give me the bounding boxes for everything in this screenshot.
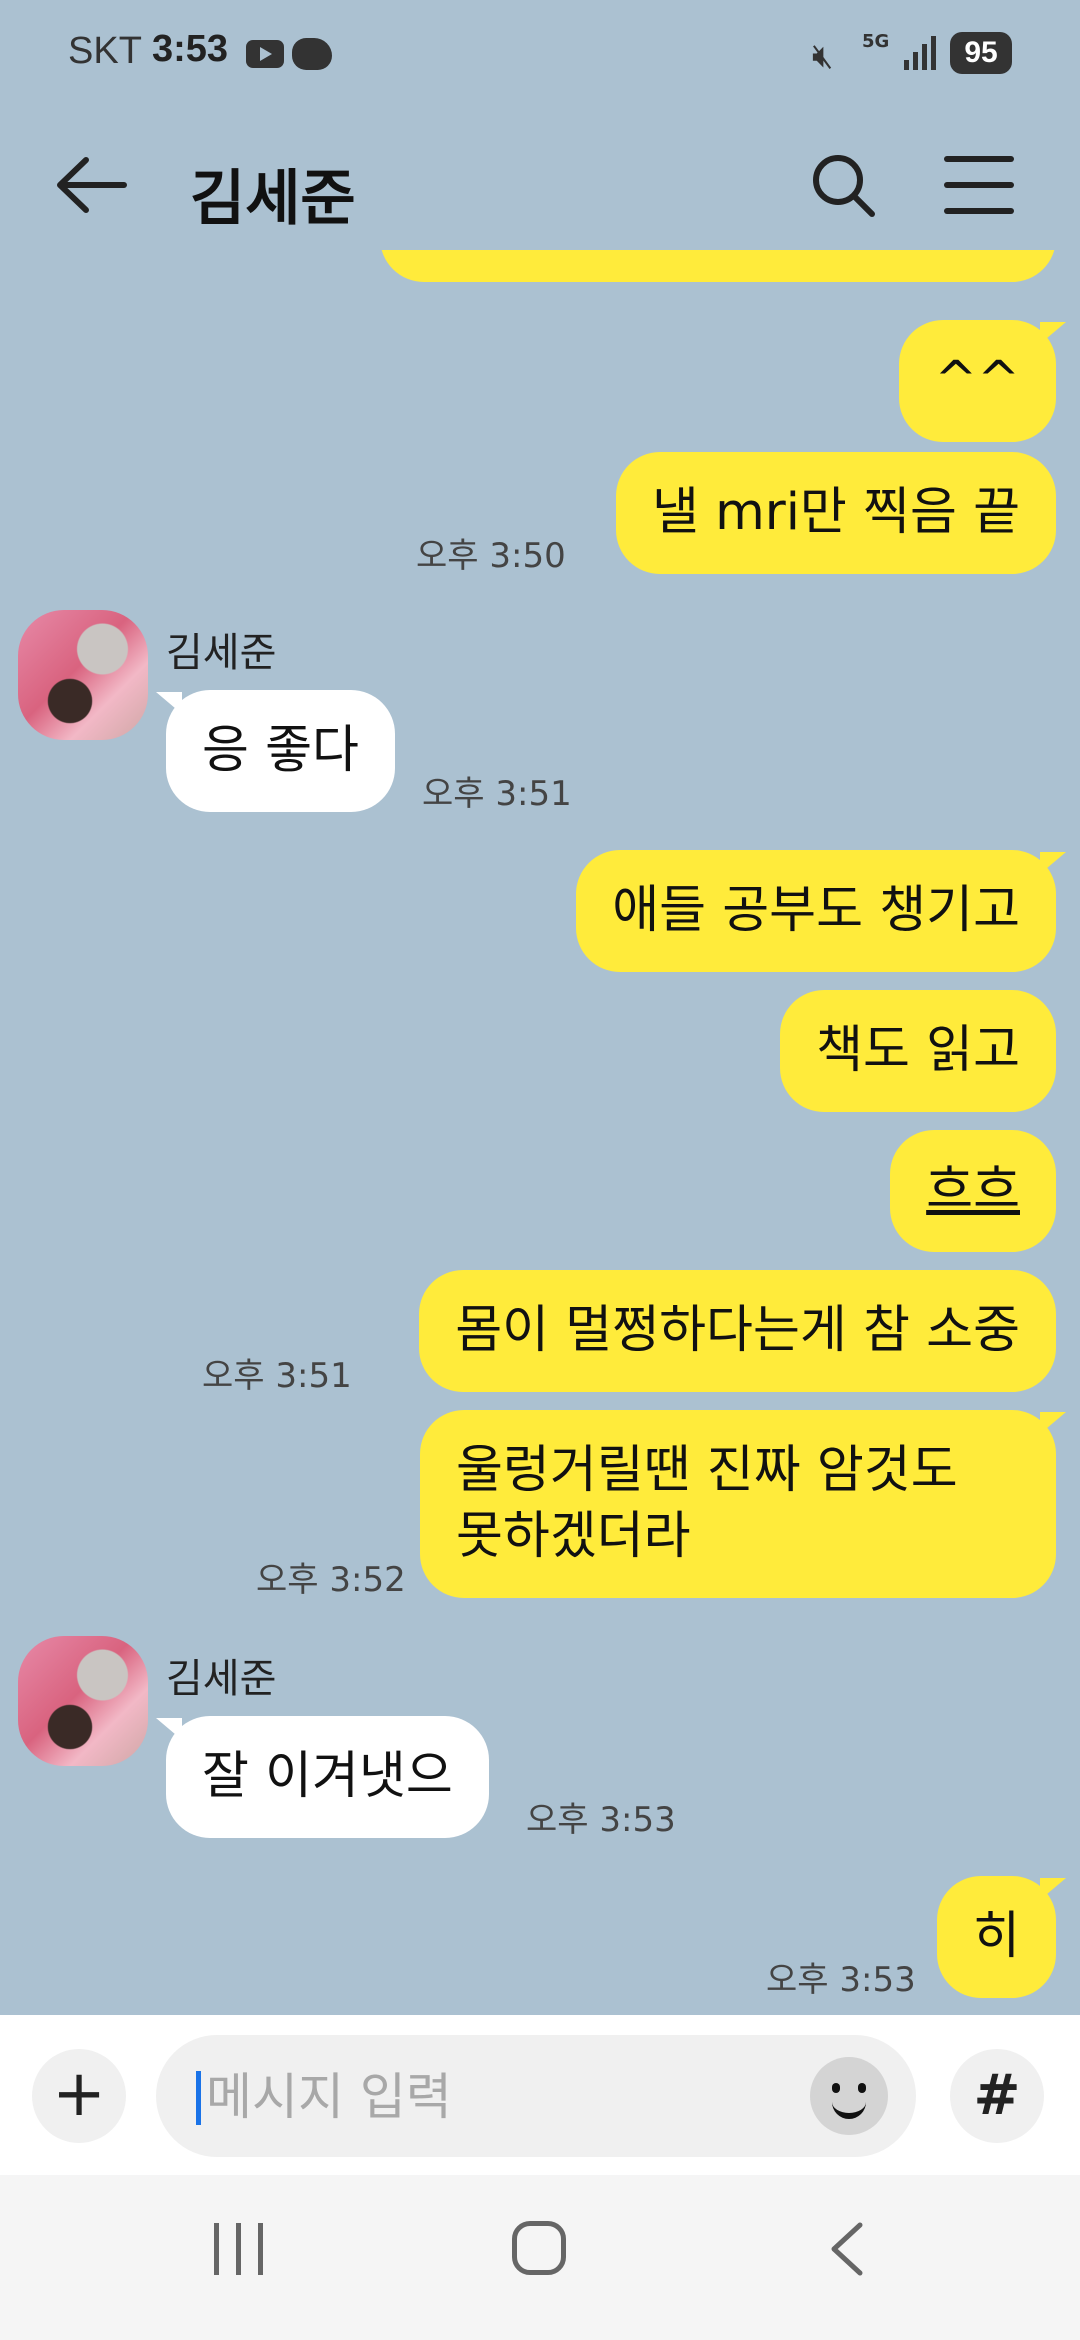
message-bubble[interactable]: 울렁거릴땐 진짜 암것도 못하겠더라	[420, 1410, 1066, 1598]
system-nav-bar	[0, 2175, 1080, 2340]
network-type-icon: 5G	[862, 31, 890, 52]
message-time: 오후 3:51	[422, 774, 572, 814]
hash-icon: #	[973, 2063, 1021, 2128]
chat-title: 김세준	[190, 164, 356, 234]
message-time: 오후 3:52	[256, 1560, 406, 1600]
search-icon	[813, 155, 875, 217]
battery-indicator: 95	[950, 32, 1012, 74]
hash-button[interactable]: #	[950, 2049, 1044, 2143]
plus-icon: +	[52, 2057, 106, 2131]
hamburger-menu-icon	[944, 156, 1014, 162]
signal-icon	[904, 36, 938, 70]
message-time: 오후 3:51	[202, 1356, 352, 1396]
message-bubble-partial[interactable]	[380, 250, 1056, 282]
chat-header: 김세준	[0, 120, 1080, 250]
message-field-container[interactable]	[156, 2035, 916, 2157]
message-bubble[interactable]: ^^	[898, 320, 1067, 442]
back-button[interactable]	[52, 150, 132, 220]
message-bubble[interactable]: 책도 읽고	[780, 990, 1056, 1112]
text-caret	[196, 2071, 201, 2125]
avatar[interactable]	[18, 1636, 148, 1766]
message-input[interactable]	[204, 2061, 768, 2133]
emoji-icon[interactable]	[810, 2057, 888, 2135]
carrier-label: SKT	[68, 30, 142, 72]
menu-button[interactable]	[944, 156, 1016, 216]
recent-apps-icon[interactable]	[214, 2223, 266, 2275]
message-time: 오후 3:53	[526, 1800, 676, 1840]
avatar[interactable]	[18, 610, 148, 740]
status-bar: SKT 3:53 🔇︎ 5G 95	[0, 0, 1080, 110]
message-input-bar: + #	[0, 2015, 1080, 2175]
home-icon[interactable]	[512, 2221, 566, 2275]
sender-name: 김세준	[166, 1656, 277, 1702]
message-time: 오후 3:50	[416, 536, 566, 576]
nav-back-icon[interactable]	[818, 2219, 878, 2279]
status-time: 3:53	[152, 28, 229, 70]
chat-app-notification-icon	[292, 38, 332, 70]
sender-name: 김세준	[166, 630, 277, 676]
message-bubble[interactable]: 응 좋다	[156, 690, 395, 812]
message-bubble[interactable]: 몸이 멀쩡하다는게 참 소중	[419, 1270, 1056, 1392]
mute-icon: 🔇︎	[812, 36, 834, 76]
message-bubble[interactable]: 흐흐	[890, 1130, 1056, 1252]
arrow-left-icon	[57, 157, 127, 213]
message-bubble[interactable]: 히	[937, 1876, 1066, 1998]
message-bubble[interactable]: 잘 이겨냇으	[156, 1716, 489, 1838]
search-button[interactable]	[808, 150, 880, 222]
message-time: 오후 3:53	[766, 1960, 916, 2000]
chat-area[interactable]: ^^ 오후 3:50 낼 mri만 찍음 끝 김세준 응 좋다 오후 3:51 …	[0, 250, 1080, 2015]
message-bubble[interactable]: 낼 mri만 찍음 끝	[615, 452, 1056, 574]
attach-button[interactable]: +	[32, 2049, 126, 2143]
youtube-icon	[246, 40, 284, 68]
message-bubble[interactable]: 애들 공부도 챙기고	[576, 850, 1066, 972]
